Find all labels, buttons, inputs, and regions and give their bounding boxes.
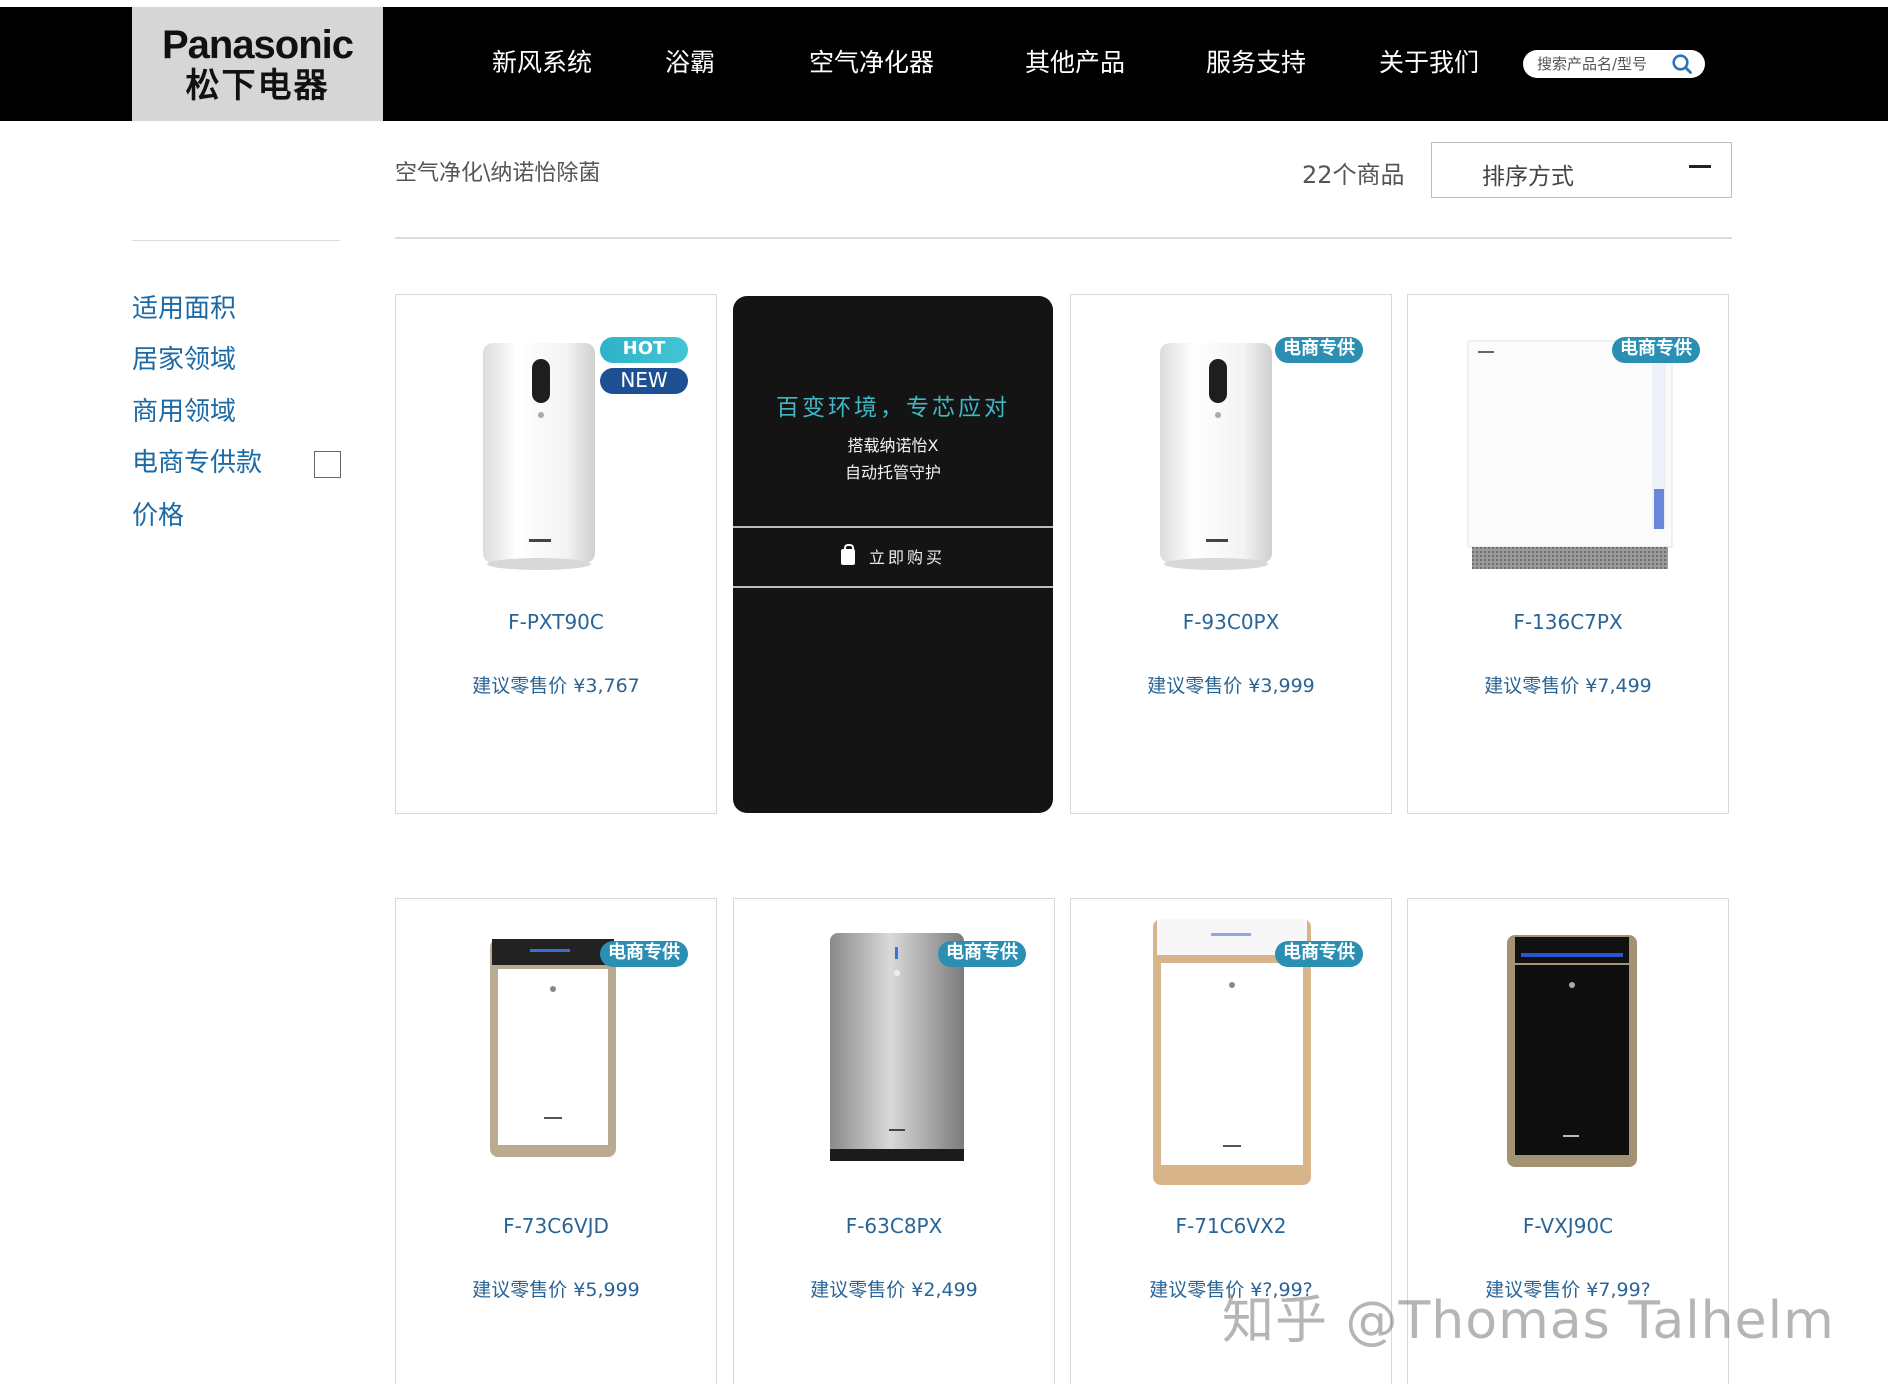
promo-headline: 百变环境，专芯应对 (776, 395, 1010, 421)
nav-item-fresh-air[interactable]: 新风系统 (492, 48, 592, 78)
promo-divider-top (733, 526, 1053, 528)
ecommerce-exclusive-badge: 电商专供 (1275, 941, 1363, 967)
product-image-f-136c7px (1467, 340, 1673, 569)
logo-brand-text: Panasonic (161, 23, 354, 67)
product-model[interactable]: F-136C7PX (1408, 610, 1728, 634)
nav-item-about-us[interactable]: 关于我们 (1379, 48, 1479, 78)
hot-badge: HOT (600, 337, 688, 363)
promo-divider-bottom (733, 586, 1053, 588)
filter-commercial-use[interactable]: 商用领域 (132, 396, 236, 428)
collapse-icon (1689, 165, 1711, 168)
toolbar-divider (395, 237, 1732, 239)
product-card-f-136c7px[interactable]: 电商专供 F-136C7PX 建议零售价 ¥7,499 (1407, 294, 1729, 814)
product-model[interactable]: F-PXT90C (396, 610, 716, 634)
sidebar-divider (132, 240, 340, 241)
filter-price[interactable]: 价格 (132, 500, 184, 532)
search-icon[interactable] (1671, 53, 1693, 75)
product-card-f-pxt90c[interactable]: HOT NEW F-PXT90C 建议零售价 ¥3,767 (395, 294, 717, 814)
sort-dropdown-label: 排序方式 (1482, 164, 1574, 190)
product-price: 建议零售价 ¥2,499 (810, 1279, 978, 1301)
product-model[interactable]: F-71C6VX2 (1071, 1214, 1391, 1238)
search-box[interactable]: 搜索产品名/型号 (1523, 50, 1705, 78)
watermark: 知乎 @Thomas Talhelm (1222, 1291, 1835, 1351)
product-card-f-73c6vjd[interactable]: 电商专供 F-73C6VJD 建议零售价 ¥5,999 (395, 898, 717, 1384)
filter-coverage-area[interactable]: 适用面积 (132, 293, 236, 325)
product-image-f-93c0px (1160, 343, 1272, 570)
nav-item-bath-heater[interactable]: 浴霸 (665, 48, 715, 78)
ecommerce-exclusive-badge: 电商专供 (1275, 337, 1363, 363)
ecommerce-exclusive-badge: 电商专供 (1612, 337, 1700, 363)
buy-now-button[interactable]: 立即购买 (733, 544, 1053, 568)
buy-now-label: 立即购买 (868, 548, 945, 567)
nav-item-air-purifier[interactable]: 空气净化器 (809, 48, 934, 78)
panasonic-logo[interactable]: Panasonic 松下电器 (132, 7, 383, 121)
promo-line-2: 自动托管守护 (844, 463, 941, 482)
product-card-f-63c8px[interactable]: 电商专供 F-63C8PX 建议零售价 ¥2,499 (733, 898, 1055, 1384)
new-badge: NEW (600, 368, 688, 394)
promo-line-1: 搭载纳诺怡X (847, 436, 939, 455)
breadcrumb: 空气净化\纳诺怡除菌 (395, 161, 601, 186)
filter-home-use[interactable]: 居家领域 (132, 344, 236, 376)
product-price: 建议零售价 ¥3,767 (472, 675, 640, 697)
nav-item-other-products[interactable]: 其他产品 (1025, 48, 1125, 78)
search-input-placeholder[interactable]: 搜索产品名/型号 (1537, 55, 1647, 73)
product-model[interactable]: F-63C8PX (734, 1214, 1054, 1238)
ecommerce-exclusive-badge: 电商专供 (600, 941, 688, 967)
logo-chinese-text: 松下电器 (185, 66, 330, 106)
nav-item-service-support[interactable]: 服务支持 (1206, 48, 1306, 78)
product-image-f-73c6vjd (490, 939, 616, 1157)
top-navigation-bar: Panasonic 松下电器 新风系统 浴霸 空气净化器 其他产品 服务支持 关… (0, 7, 1888, 121)
product-image-f-vxj90c (1507, 935, 1637, 1167)
product-card-f-93c0px[interactable]: 电商专供 F-93C0PX 建议零售价 ¥3,999 (1070, 294, 1392, 814)
ecommerce-exclusive-checkbox[interactable] (314, 451, 341, 478)
promo-card[interactable]: 百变环境，专芯应对 搭载纳诺怡X 自动托管守护 立即购买 (733, 296, 1053, 813)
product-count: 22个商品 (1302, 161, 1405, 189)
product-image-f-pxt90c (483, 343, 595, 570)
sort-dropdown[interactable]: 排序方式 (1431, 142, 1732, 198)
shopping-bag-icon (840, 544, 855, 565)
product-model[interactable]: F-VXJ90C (1408, 1214, 1728, 1238)
product-price: 建议零售价 ¥3,999 (1147, 675, 1315, 697)
product-model[interactable]: F-73C6VJD (396, 1214, 716, 1238)
product-image-f-63c8px (830, 933, 964, 1161)
filter-ecommerce-exclusive[interactable]: 电商专供款 (132, 447, 262, 479)
product-model[interactable]: F-93C0PX (1071, 610, 1391, 634)
product-price: 建议零售价 ¥7,499 (1484, 675, 1652, 697)
ecommerce-exclusive-badge: 电商专供 (938, 941, 1026, 967)
product-price: 建议零售价 ¥5,999 (472, 1279, 640, 1301)
